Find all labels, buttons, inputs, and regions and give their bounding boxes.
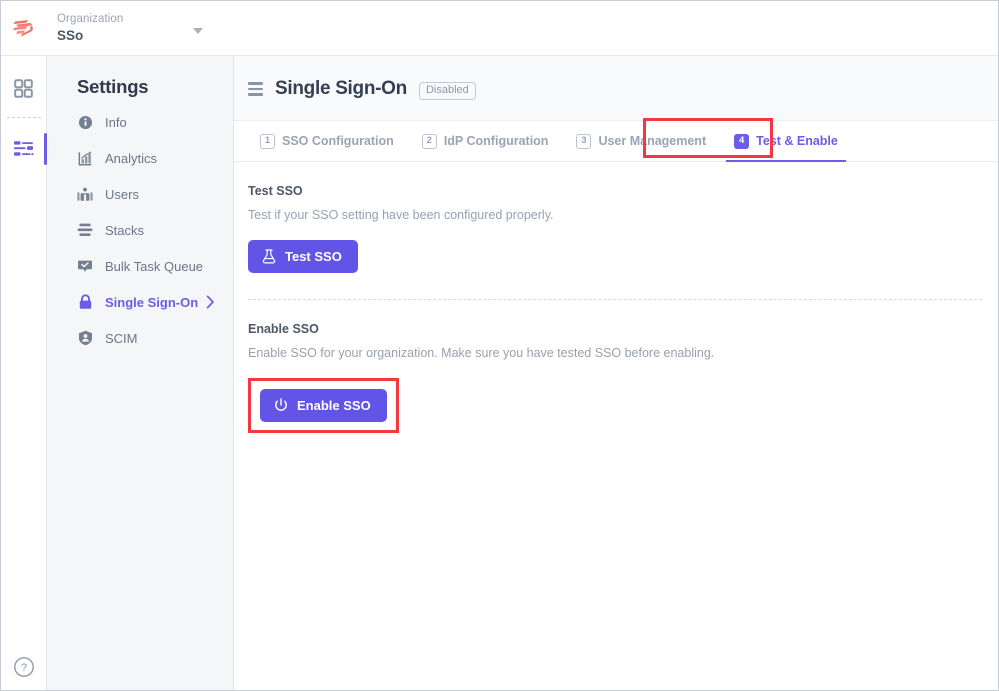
organization-name: SSo xyxy=(57,28,123,44)
svg-text:?: ? xyxy=(20,662,26,674)
sidebar-item-label: SCIM xyxy=(105,331,138,346)
sidebar-item-label: Bulk Task Queue xyxy=(105,259,203,274)
info-icon xyxy=(77,114,93,130)
rail-item-apps[interactable] xyxy=(1,66,47,110)
tab-sso-configuration[interactable]: 1 SSO Configuration xyxy=(246,121,408,161)
icon-rail: ? xyxy=(1,56,47,690)
sidebar-title: Settings xyxy=(47,76,233,104)
content-area: Test SSO Test if your SSO setting have b… xyxy=(234,162,998,690)
sidebar-item-info[interactable]: Info xyxy=(47,104,233,140)
chevron-right-icon xyxy=(206,295,215,309)
section-divider xyxy=(248,299,982,300)
sidebar-item-label: Info xyxy=(105,115,127,130)
enable-sso-button-label: Enable SSO xyxy=(297,398,371,413)
sidebar-item-label: Analytics xyxy=(105,151,157,166)
test-sso-title: Test SSO xyxy=(248,184,982,198)
enable-sso-title: Enable SSO xyxy=(248,322,982,336)
sidebar-item-label: Stacks xyxy=(105,223,144,238)
top-bar: Organization SSo xyxy=(1,1,998,56)
help-circle-icon: ? xyxy=(13,656,35,678)
sidebar-item-label: Single Sign-On xyxy=(105,295,198,310)
status-badge: Disabled xyxy=(419,82,476,100)
organization-label: Organization xyxy=(57,13,123,26)
sidebar-item-single-sign-on[interactable]: Single Sign-On xyxy=(47,284,233,320)
organization-switcher[interactable]: Organization SSo xyxy=(57,13,203,44)
sidebar-item-analytics[interactable]: Analytics xyxy=(47,140,233,176)
test-sso-section: Test SSO Test if your SSO setting have b… xyxy=(248,184,982,273)
sidebar-item-scim[interactable]: SCIM xyxy=(47,320,233,356)
page-title: Single Sign-On xyxy=(275,78,407,100)
sidebar-item-users[interactable]: Users xyxy=(47,176,233,212)
rail-divider xyxy=(7,117,41,118)
tab-number: 4 xyxy=(734,134,749,149)
settings-sidebar: Settings Info xyxy=(47,56,234,690)
rail-item-settings[interactable] xyxy=(1,127,47,171)
tab-bar-wrapper: 1 SSO Configuration 2 IdP Configuration … xyxy=(234,121,998,162)
lock-icon xyxy=(77,294,93,310)
test-sso-button[interactable]: Test SSO xyxy=(248,240,358,273)
users-icon xyxy=(77,186,93,202)
bulk-task-queue-icon xyxy=(77,258,93,274)
enable-sso-section: Enable SSO Enable SSO for your organizat… xyxy=(248,322,982,433)
tab-number: 2 xyxy=(422,134,437,149)
app-logo[interactable] xyxy=(1,16,47,40)
tab-label: Test & Enable xyxy=(756,134,838,148)
tab-number: 1 xyxy=(260,134,275,149)
help-button[interactable]: ? xyxy=(1,656,46,678)
sidebar-item-stacks[interactable]: Stacks xyxy=(47,212,233,248)
tab-test-and-enable[interactable]: 4 Test & Enable xyxy=(720,121,852,161)
main-content: Single Sign-On Disabled 1 SSO Configurat… xyxy=(234,56,998,690)
app-window: Organization SSo xyxy=(0,0,999,691)
flask-icon xyxy=(262,249,276,264)
body-row: ? Settings Info xyxy=(1,56,998,690)
page-header: Single Sign-On Disabled xyxy=(234,56,998,121)
enable-sso-description: Enable SSO for your organization. Make s… xyxy=(248,346,982,360)
grid-apps-icon xyxy=(14,79,33,98)
sliders-settings-icon xyxy=(13,139,34,159)
tab-bar: 1 SSO Configuration 2 IdP Configuration … xyxy=(234,121,998,162)
tab-label: IdP Configuration xyxy=(444,134,549,148)
tab-user-management[interactable]: 3 User Management xyxy=(562,121,720,161)
analytics-chart-icon xyxy=(77,150,93,166)
test-sso-description: Test if your SSO setting have been confi… xyxy=(248,208,982,222)
hamburger-icon[interactable] xyxy=(248,82,263,96)
stacks-icon xyxy=(77,222,93,238)
sidebar-item-bulk-task-queue[interactable]: Bulk Task Queue xyxy=(47,248,233,284)
enable-sso-button[interactable]: Enable SSO xyxy=(260,389,387,422)
tab-idp-configuration[interactable]: 2 IdP Configuration xyxy=(408,121,563,161)
chevron-down-icon[interactable] xyxy=(193,28,203,34)
tab-number: 3 xyxy=(576,134,591,149)
lightning-s-logo-icon xyxy=(11,16,37,40)
highlight-box-enable-sso: Enable SSO xyxy=(248,378,399,433)
power-icon xyxy=(274,398,288,413)
tab-label: User Management xyxy=(598,134,706,148)
sidebar-item-label: Users xyxy=(105,187,139,202)
shield-user-icon xyxy=(77,330,93,346)
test-sso-button-label: Test SSO xyxy=(285,249,342,264)
tab-label: SSO Configuration xyxy=(282,134,394,148)
